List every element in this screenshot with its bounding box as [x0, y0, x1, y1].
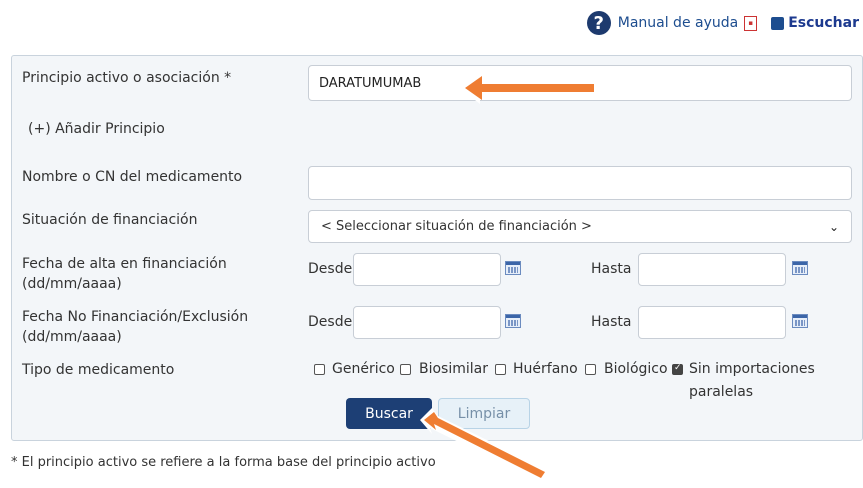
annotation-arrows [420, 72, 598, 482]
arrow-to-buscar [420, 408, 548, 482]
arrow-to-principio [460, 72, 598, 104]
